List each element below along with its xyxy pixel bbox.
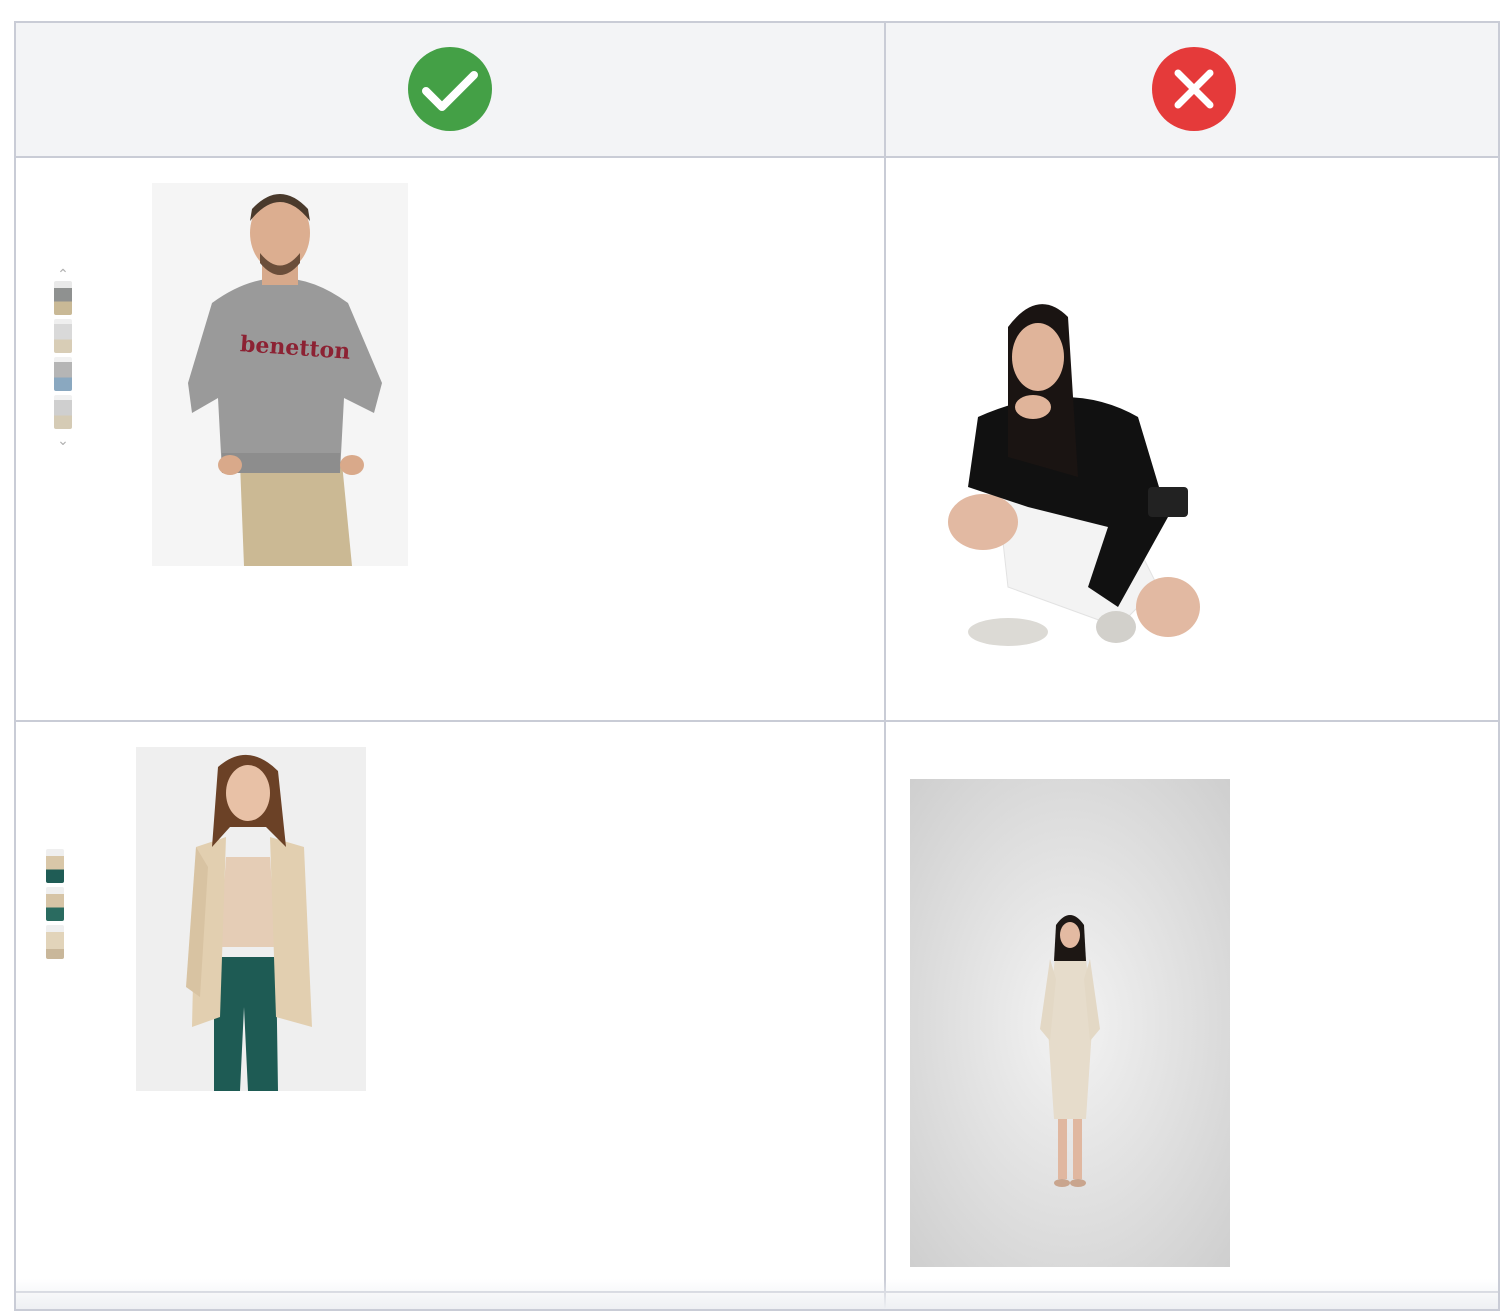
product-photo-dress-model [910,779,1230,1267]
bottom-fade [16,1279,1498,1309]
bad-badge [1152,47,1236,131]
thumbnail[interactable] [46,887,64,921]
chevron-down-icon[interactable]: ⌄ [54,433,72,447]
thumbnail[interactable] [46,849,64,883]
checkmark-icon [408,47,492,131]
thumbnail[interactable] [54,281,72,315]
thumbnail-strip[interactable] [46,849,64,963]
thumbnail[interactable] [46,925,64,959]
product-photo-sweatshirt: benetton [152,183,408,566]
thumbnail[interactable] [54,395,72,429]
cross-icon [1152,47,1236,131]
thumbnail[interactable] [54,319,72,353]
good-badge [408,47,492,131]
comparison-table: ⌃ ⌄ benetton [14,21,1500,1311]
thumbnail[interactable] [54,357,72,391]
product-photo-crouching-model [938,287,1208,647]
product-photo-cardigan [136,747,366,1091]
table-header-row [16,23,1498,156]
thumbnail-strip[interactable]: ⌃ ⌄ [54,267,72,447]
chevron-up-icon[interactable]: ⌃ [54,267,72,281]
